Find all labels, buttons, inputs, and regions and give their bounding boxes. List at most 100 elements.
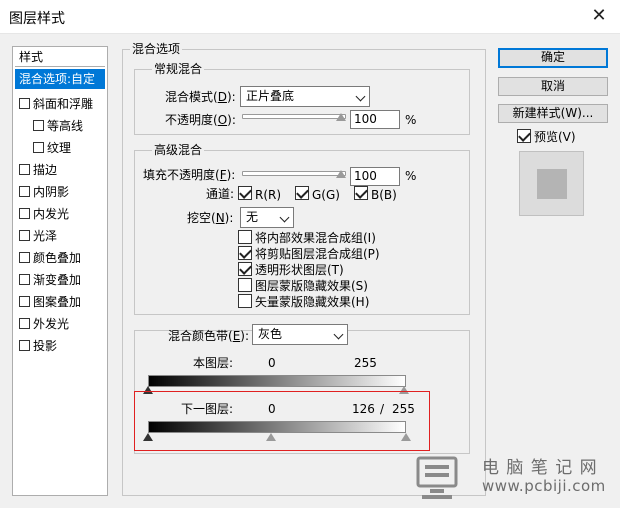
style-item-label: 图案叠加	[33, 295, 82, 309]
blend-if-value: 灰色	[258, 327, 283, 341]
blend-mode-value: 正片叠底	[246, 89, 295, 103]
style-item-label: 内发光	[33, 207, 70, 221]
opacity-unit: %	[405, 113, 417, 127]
preview-label: 预览(V)	[534, 130, 576, 144]
blend-interior-effects-checkbox[interactable]	[238, 230, 252, 244]
style-item-label: 描边	[33, 163, 58, 177]
advanced-blending-title: 高级混合	[152, 143, 205, 157]
style-checkbox[interactable]	[19, 186, 30, 197]
vector-mask-hides-checkbox[interactable]	[238, 294, 252, 308]
transparency-shapes-checkbox[interactable]	[238, 262, 252, 276]
style-item-label: 颜色叠加	[33, 251, 82, 265]
style-item-label: 纹理	[47, 141, 72, 155]
fill-opacity-input[interactable]: 100	[350, 167, 400, 186]
style-item-satin[interactable]: 光泽	[15, 226, 105, 246]
styles-header: 样式	[15, 49, 105, 67]
new-style-button[interactable]: 新建样式(W)...	[498, 104, 608, 123]
blending-options-title: 混合选项	[130, 42, 183, 56]
opacity-label: 不透明度(O):	[165, 113, 236, 127]
style-item-contour[interactable]: 等高线	[15, 116, 105, 136]
style-item-label: 混合选项:自定	[19, 72, 96, 86]
knockout-select[interactable]: 无	[240, 207, 294, 228]
style-checkbox[interactable]	[19, 274, 30, 285]
opacity-slider-track[interactable]	[242, 114, 346, 119]
chevron-down-icon	[279, 212, 290, 223]
fill-opacity-label: 填充不透明度(F):	[143, 168, 236, 182]
layer-mask-hides-label: 图层蒙版隐藏效果(S)	[255, 279, 368, 293]
style-item-inner-glow[interactable]: 内发光	[15, 204, 105, 224]
style-item-label: 外发光	[33, 317, 70, 331]
style-item-label: 斜面和浮雕	[33, 97, 94, 111]
general-blending-title: 常规混合	[152, 62, 205, 76]
blend-interior-effects-label: 将内部效果混合成组(I)	[255, 231, 376, 245]
underlying-white-slider[interactable]	[401, 433, 411, 441]
style-checkbox[interactable]	[19, 208, 30, 219]
blend-mode-select[interactable]: 正片叠底	[240, 86, 370, 107]
style-checkbox[interactable]	[19, 98, 30, 109]
channel-b-checkbox[interactable]	[354, 186, 368, 200]
underlying-layer-label: 下一图层:	[181, 402, 234, 416]
style-item-bevel-emboss[interactable]: 斜面和浮雕	[15, 94, 105, 114]
channels-label: 通道:	[206, 187, 235, 201]
style-checkbox[interactable]	[19, 340, 30, 351]
style-item-label: 内阴影	[33, 185, 70, 199]
preview-checkbox[interactable]	[517, 129, 531, 143]
style-item-outer-glow[interactable]: 外发光	[15, 314, 105, 334]
this-layer-gradient-bar	[148, 375, 406, 387]
style-item-gradient-overlay[interactable]: 渐变叠加	[15, 270, 105, 290]
style-checkbox[interactable]	[19, 252, 30, 263]
channel-r-label: R(R)	[255, 188, 282, 202]
underlying-split-slider[interactable]	[266, 433, 276, 441]
style-checkbox[interactable]	[19, 164, 30, 175]
this-layer-low-value: 0	[268, 356, 276, 370]
opacity-slider-thumb[interactable]	[336, 113, 346, 121]
style-item-label: 渐变叠加	[33, 273, 82, 287]
fill-opacity-slider-track[interactable]	[242, 171, 346, 176]
style-checkbox[interactable]	[19, 318, 30, 329]
style-item-blending-options[interactable]: 混合选项:自定	[15, 69, 105, 89]
chevron-down-icon	[355, 91, 366, 102]
underlying-separator: /	[380, 402, 385, 416]
watermark-logo-icon	[416, 456, 458, 500]
blend-if-select[interactable]: 灰色	[252, 324, 348, 345]
channel-g-label: G(G)	[312, 188, 340, 202]
channel-g-checkbox[interactable]	[295, 186, 309, 200]
style-item-stroke[interactable]: 描边	[15, 160, 105, 180]
style-item-label: 光泽	[33, 229, 58, 243]
close-icon[interactable]: ✕	[586, 3, 612, 29]
underlying-low-value: 0	[268, 402, 276, 416]
style-checkbox[interactable]	[19, 296, 30, 307]
window-title: 图层样式	[9, 11, 65, 27]
watermark-title: 电 脑 笔 记 网	[482, 458, 598, 478]
underlying-mid-value: 126	[352, 402, 375, 416]
knockout-value: 无	[246, 210, 259, 224]
cancel-button[interactable]: 取消	[498, 77, 608, 96]
channel-r-checkbox[interactable]	[238, 186, 252, 200]
style-item-inner-shadow[interactable]: 内阴影	[15, 182, 105, 202]
this-layer-label: 本图层:	[193, 356, 234, 370]
ok-button[interactable]: 确定	[498, 48, 608, 68]
layer-mask-hides-checkbox[interactable]	[238, 278, 252, 292]
chevron-down-icon	[333, 329, 344, 340]
style-item-pattern-overlay[interactable]: 图案叠加	[15, 292, 105, 312]
style-checkbox[interactable]	[33, 142, 44, 153]
blend-clipped-layers-label: 将剪贴图层混合成组(P)	[255, 247, 380, 261]
title-bar: 图层样式 ✕	[0, 0, 620, 34]
style-preview-swatch	[519, 151, 584, 216]
style-preview-inner	[537, 169, 567, 199]
style-item-label: 等高线	[47, 119, 84, 133]
channel-b-label: B(B)	[371, 188, 397, 202]
style-item-texture[interactable]: 纹理	[15, 138, 105, 158]
style-item-label: 投影	[33, 339, 58, 353]
underlying-black-slider[interactable]	[143, 433, 153, 441]
style-checkbox[interactable]	[33, 120, 44, 131]
style-checkbox[interactable]	[19, 230, 30, 241]
fill-opacity-slider-thumb[interactable]	[336, 170, 346, 178]
knockout-label: 挖空(N):	[187, 211, 234, 225]
style-item-color-overlay[interactable]: 颜色叠加	[15, 248, 105, 268]
style-item-drop-shadow[interactable]: 投影	[15, 336, 105, 356]
this-layer-high-value: 255	[354, 356, 377, 370]
vector-mask-hides-label: 矢量蒙版隐藏效果(H)	[255, 295, 370, 309]
blend-clipped-layers-checkbox[interactable]	[238, 246, 252, 260]
opacity-input[interactable]: 100	[350, 110, 400, 129]
